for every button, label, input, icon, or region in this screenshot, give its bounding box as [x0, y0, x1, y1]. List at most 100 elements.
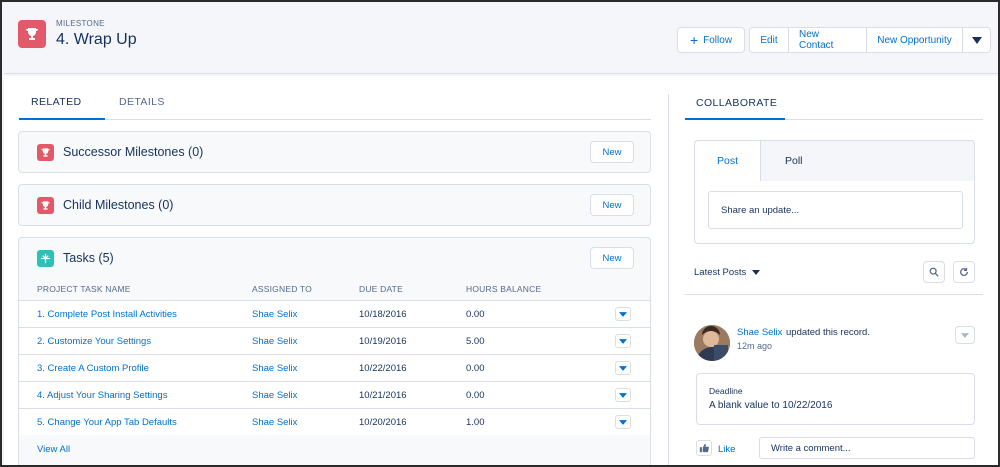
chevron-down-icon: [619, 338, 627, 344]
due-date: 10/20/2016: [359, 417, 407, 428]
new-opportunity-button[interactable]: New Opportunity: [867, 27, 963, 53]
post-action-text: updated this record.: [786, 327, 870, 338]
assigned-to-link[interactable]: Shae Selix: [252, 336, 297, 347]
row-actions-button[interactable]: [615, 361, 631, 375]
tab-related[interactable]: RELATED: [31, 96, 81, 108]
edit-button[interactable]: Edit: [749, 27, 789, 53]
comment-input[interactable]: [759, 437, 975, 459]
hours-balance: 5.00: [466, 336, 485, 347]
card-header: Tasks (5) New: [19, 238, 650, 278]
trophy-icon: [37, 197, 54, 214]
post-timestamp[interactable]: 12m ago: [737, 341, 772, 351]
due-date: 10/22/2016: [359, 363, 407, 374]
chevron-down-icon: [619, 392, 627, 398]
column-header: HOURS BALANCE: [466, 284, 542, 294]
table-row: 2. Customize Your Settings Shae Selix 10…: [19, 327, 650, 354]
new-child-button[interactable]: New: [590, 194, 634, 216]
column-divider: [668, 94, 669, 465]
assigned-to-link[interactable]: Shae Selix: [252, 309, 297, 320]
successor-milestones-card: Successor Milestones (0) New: [18, 131, 651, 173]
header-actions: + Follow Edit New Contact New Opportunit…: [677, 27, 991, 53]
active-tab-indicator: [19, 118, 105, 120]
hours-balance: 0.00: [466, 363, 485, 374]
row-actions-button[interactable]: [615, 307, 631, 321]
due-date: 10/19/2016: [359, 336, 407, 347]
hours-balance: 1.00: [466, 417, 485, 428]
tab-details[interactable]: DETAILS: [119, 96, 165, 108]
task-name-link[interactable]: 4. Adjust Your Sharing Settings: [37, 390, 167, 401]
task-name-link[interactable]: 3. Create A Custom Profile: [37, 363, 149, 374]
feed-publisher: Post Poll: [694, 140, 975, 244]
card-title[interactable]: Tasks (5): [63, 251, 114, 265]
chevron-down-icon: [971, 36, 982, 44]
assigned-to-link[interactable]: Shae Selix: [252, 417, 297, 428]
tab-collaborate[interactable]: COLLABORATE: [696, 97, 777, 109]
active-tab-indicator: [685, 118, 785, 120]
row-actions-button[interactable]: [615, 388, 631, 402]
record-type-label: MILESTONE: [56, 19, 105, 28]
card-header: Child Milestones (0) New: [19, 185, 650, 225]
column-header: DUE DATE: [359, 284, 403, 294]
chevron-down-icon: [619, 365, 627, 371]
task-icon: [37, 250, 54, 267]
new-contact-button[interactable]: New Contact: [789, 27, 867, 53]
task-name-link[interactable]: 5. Change Your App Tab Defaults: [37, 417, 177, 428]
assigned-to-link[interactable]: Shae Selix: [252, 363, 297, 374]
app-frame: MILESTONE 4. Wrap Up + Follow Edit New C…: [0, 0, 1000, 467]
view-all-link[interactable]: View All: [37, 444, 70, 455]
child-milestones-card: Child Milestones (0) New: [18, 184, 651, 226]
hours-balance: 0.00: [466, 309, 485, 320]
due-date: 10/18/2016: [359, 309, 407, 320]
record-tabs: RELATED DETAILS: [19, 94, 651, 120]
latest-posts-dropdown[interactable]: Latest Posts: [694, 267, 761, 278]
refresh-feed-button[interactable]: [953, 261, 975, 283]
hours-balance: 0.00: [466, 390, 485, 401]
column-header: PROJECT TASK NAME: [37, 284, 131, 294]
tab-poll[interactable]: Poll: [785, 155, 803, 167]
card-title[interactable]: Child Milestones (0): [63, 198, 173, 212]
thumbs-up-icon: [699, 443, 709, 453]
table-row: 5. Change Your App Tab Defaults Shae Sel…: [19, 408, 650, 435]
trophy-icon: [18, 20, 46, 48]
share-update-input[interactable]: [708, 191, 963, 229]
row-actions-button[interactable]: [615, 334, 631, 348]
table-header: PROJECT TASK NAME ASSIGNED TO DUE DATE H…: [19, 280, 650, 300]
tab-post[interactable]: Post: [695, 141, 761, 181]
new-successor-button[interactable]: New: [590, 141, 634, 163]
new-task-button[interactable]: New: [590, 247, 634, 269]
like-button[interactable]: [696, 440, 712, 456]
field-change-label: Deadline: [709, 386, 743, 396]
task-name-link[interactable]: 2. Customize Your Settings: [37, 336, 151, 347]
latest-posts-label: Latest Posts: [694, 267, 747, 278]
refresh-icon: [960, 267, 968, 276]
card-header: Successor Milestones (0) New: [19, 132, 650, 172]
table-row: 1. Complete Post Install Activities Shae…: [19, 300, 650, 327]
follow-button[interactable]: + Follow: [677, 27, 745, 53]
post-author-link[interactable]: Shae Selix: [737, 327, 782, 338]
trophy-icon: [37, 144, 54, 161]
caret-down-icon: [752, 270, 761, 275]
table-row: 3. Create A Custom Profile Shae Selix 10…: [19, 354, 650, 381]
column-header: ASSIGNED TO: [252, 284, 312, 294]
due-date: 10/21/2016: [359, 390, 407, 401]
publisher-body: [695, 181, 974, 243]
row-actions-button[interactable]: [615, 415, 631, 429]
follow-label: Follow: [703, 34, 733, 46]
chevron-down-icon: [961, 332, 969, 338]
assigned-to-link[interactable]: Shae Selix: [252, 390, 297, 401]
search-icon: [929, 267, 939, 277]
like-label[interactable]: Like: [718, 444, 735, 455]
post-actions-button[interactable]: [955, 326, 975, 344]
avatar[interactable]: [694, 325, 730, 361]
more-actions-button[interactable]: [963, 27, 991, 53]
user-photo: [694, 325, 730, 361]
tasks-card: Tasks (5) New PROJECT TASK NAME ASSIGNED…: [18, 237, 651, 465]
record-header: MILESTONE 4. Wrap Up + Follow Edit New C…: [4, 4, 998, 74]
field-change-value: A blank value to 10/22/2016: [709, 400, 833, 411]
chevron-down-icon: [619, 311, 627, 317]
task-name-link[interactable]: 1. Complete Post Install Activities: [37, 309, 177, 320]
record-title: 4. Wrap Up: [56, 31, 137, 48]
card-title[interactable]: Successor Milestones (0): [63, 145, 203, 159]
plus-icon: +: [689, 32, 699, 48]
search-feed-button[interactable]: [923, 261, 945, 283]
